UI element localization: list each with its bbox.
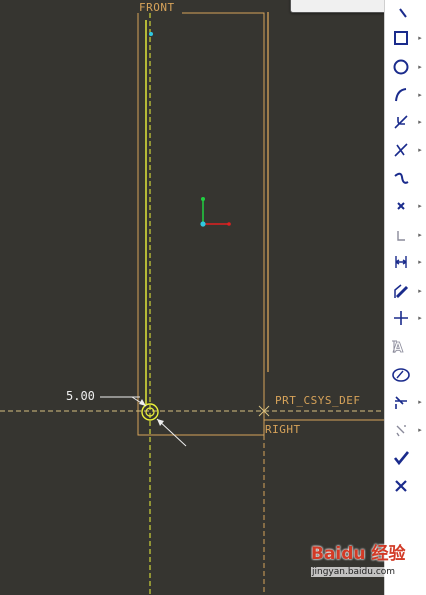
front-datum-label: FRONT (139, 1, 175, 14)
chamfer-icon (394, 143, 408, 157)
point-icon (397, 202, 405, 210)
triad-origin (200, 221, 206, 227)
offset-edge-button[interactable] (387, 224, 415, 246)
palette-button[interactable] (387, 364, 415, 386)
select-button[interactable] (387, 3, 415, 25)
watermark-brand: Baidu 经验 (311, 544, 406, 564)
spline-icon (394, 172, 409, 184)
modify-button[interactable] (387, 280, 415, 302)
dimension-flyout-arrow[interactable]: ▸ (416, 251, 424, 273)
accept-button[interactable] (387, 447, 415, 469)
sketch-graphics (0, 12, 384, 595)
watermark-url: jingyan.baidu.com (311, 567, 397, 577)
fillet-icon (394, 115, 408, 129)
modify-flyout-arrow[interactable]: ▸ (416, 280, 424, 302)
cancel-button[interactable] (387, 475, 415, 497)
dimension-icon (395, 256, 407, 268)
floating-window-edge[interactable] (290, 0, 390, 13)
circle-button[interactable] (387, 56, 415, 78)
fillet-button[interactable] (387, 111, 415, 133)
chamfer-button[interactable] (387, 139, 415, 161)
accept-icon (393, 451, 410, 466)
rectangle-flyout-arrow[interactable]: ▸ (416, 27, 424, 49)
circle-flyout-arrow[interactable]: ▸ (416, 56, 424, 78)
fillet-flyout-arrow[interactable]: ▸ (416, 111, 424, 133)
spline-button[interactable] (387, 168, 415, 190)
mirror-button[interactable] (387, 419, 415, 441)
chamfer-flyout-arrow[interactable]: ▸ (416, 139, 424, 161)
constraint-icon (394, 311, 408, 325)
rectangle-icon (394, 31, 408, 45)
arc-icon (395, 88, 407, 102)
point-button[interactable] (387, 195, 415, 217)
circle-icon (393, 59, 409, 75)
cancel-icon (395, 480, 407, 492)
triad-y-tip (201, 197, 205, 201)
trim-flyout-arrow[interactable]: ▸ (416, 391, 424, 413)
point-flyout-arrow[interactable]: ▸ (416, 195, 424, 217)
offset-edge-flyout-arrow[interactable]: ▸ (416, 224, 424, 246)
text-button[interactable]: A (387, 336, 415, 358)
svg-text:A: A (393, 341, 403, 356)
triad-x-tip (227, 222, 231, 226)
dimension-button[interactable] (387, 251, 415, 273)
palette-icon (392, 368, 410, 382)
modify-icon (394, 284, 409, 299)
trim-icon (395, 396, 407, 409)
arc-flyout-arrow[interactable]: ▸ (416, 84, 424, 106)
dimension-value[interactable]: 5.00 (66, 389, 95, 403)
sketch-start-point (149, 32, 153, 36)
trim-button[interactable] (387, 391, 415, 413)
constraint-flyout-arrow[interactable]: ▸ (416, 307, 424, 329)
mirror-flyout-arrow[interactable]: ▸ (416, 419, 424, 441)
csys-label: PRT_CSYS_DEF (275, 394, 361, 407)
watermark: Baidu 经验 jingyan.baidu.com (305, 537, 405, 583)
dimension-arrowhead-upper (139, 399, 146, 406)
right-datum-label: RIGHT (265, 423, 301, 436)
text-icon: A (392, 340, 403, 356)
constraint-button[interactable] (387, 307, 415, 329)
arc-button[interactable] (387, 84, 415, 106)
rectangle-button[interactable] (387, 27, 415, 49)
sketch-canvas[interactable]: FRONT PRT_CSYS_DEF RIGHT 5.00 (0, 0, 384, 595)
mirror-icon (396, 425, 406, 437)
offset-edge-icon (397, 231, 405, 241)
select-icon (399, 8, 407, 18)
sketcher-toolbar: ▸ ▸ ▸ ▸ ▸ ▸ ▸ ▸ ▸ ▸ A ▸ ▸ (384, 0, 426, 595)
